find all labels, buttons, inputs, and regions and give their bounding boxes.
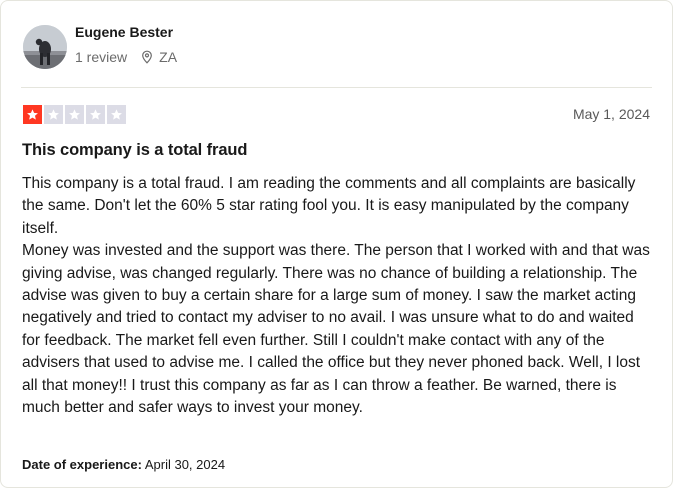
review-count: 1 review — [75, 49, 128, 65]
reviewer-country: ZA — [159, 49, 178, 65]
star-rating — [23, 105, 128, 124]
header-divider — [21, 87, 652, 88]
reviewer-name[interactable]: Eugene Bester — [75, 23, 177, 41]
review-date: May 1, 2024 — [572, 106, 650, 122]
review-body: This company is a total fraud. I am read… — [22, 173, 652, 419]
star-icon — [65, 105, 84, 124]
review-paragraph: This company is a total fraud. I am read… — [22, 175, 636, 237]
reviewer-header: Eugene Bester 1 review ZA — [23, 24, 177, 69]
star-icon — [107, 105, 126, 124]
date-of-experience: Date of experience: April 30, 2024 — [22, 457, 225, 472]
experience-label: Date of experience: — [22, 457, 142, 472]
review-title[interactable]: This company is a total fraud — [22, 141, 248, 160]
review-paragraph: Money was invested and the support was t… — [22, 242, 650, 417]
reviewer-location: ZA — [141, 49, 177, 65]
location-pin-icon — [142, 50, 153, 64]
review-card: Eugene Bester 1 review ZA May 1, 2024 Th… — [0, 0, 673, 488]
star-icon — [86, 105, 105, 124]
star-icon — [23, 105, 42, 124]
reviewer-avatar[interactable] — [23, 25, 67, 69]
star-icon — [44, 105, 63, 124]
reviewer-info: Eugene Bester 1 review ZA — [75, 24, 177, 65]
experience-date: April 30, 2024 — [144, 457, 226, 472]
reviewer-meta: 1 review ZA — [75, 49, 177, 65]
